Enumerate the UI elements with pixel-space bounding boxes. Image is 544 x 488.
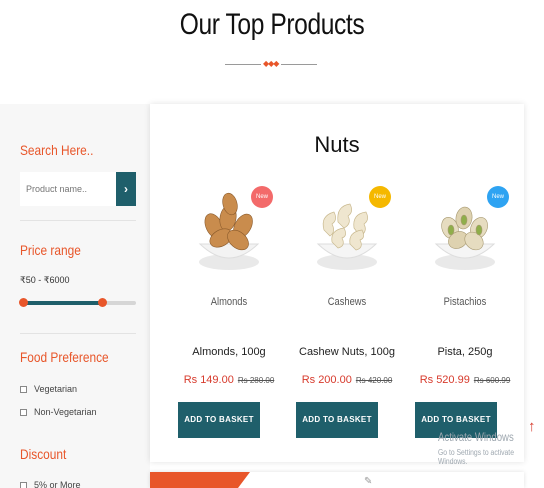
product-price: Rs 520.99 (419, 374, 470, 386)
price-range-values: ₹50 - ₹6000 (20, 275, 70, 285)
checkbox-label: Non-Vegetarian (34, 407, 97, 417)
checkbox-icon[interactable] (20, 408, 27, 416)
checkbox-icon[interactable] (20, 385, 27, 393)
page-title: Our Top Products (179, 8, 365, 41)
checkbox-discount-5[interactable]: 5% or More (20, 480, 81, 488)
product-name[interactable]: Almonds, 100g (170, 346, 288, 358)
search-input[interactable] (20, 172, 116, 206)
new-badge: New (487, 186, 509, 208)
orange-banner-shape (150, 472, 250, 488)
product-name[interactable]: Cashew Nuts, 100g (288, 346, 406, 358)
discount-title: Discount (20, 446, 67, 462)
product-old-price: Rs 280.00 (237, 376, 275, 385)
divider-line (20, 333, 136, 334)
checkbox-label: 5% or More (34, 480, 81, 488)
search-box[interactable] (20, 172, 116, 206)
food-preference-title: Food Preference (20, 349, 109, 365)
product-cashews: New Cashews Cashew Nuts, 100g Rs 200.00 R… (288, 186, 406, 446)
price-slider-fill (22, 301, 102, 305)
new-badge: New (251, 186, 273, 208)
product-caption: Cashews (327, 296, 367, 308)
product-old-price: Rs 600.99 (473, 376, 511, 385)
product-price: Rs 200.00 (301, 374, 352, 386)
category-title: Nuts (314, 132, 360, 157)
diamond-ornament-icon: ◆◆◆ (263, 59, 279, 68)
product-caption: Pistachios (443, 296, 487, 308)
checkbox-label: Vegetarian (34, 384, 78, 394)
product-almonds: New Almonds Almonds, 100g Rs 149.00 Rs 28… (170, 186, 288, 446)
title-divider: ◆◆◆ (225, 59, 317, 68)
price-slider-min-handle[interactable] (19, 298, 28, 307)
product-prices: Rs 149.00 Rs 280.00 (170, 374, 288, 386)
checkbox-icon[interactable] (20, 481, 27, 488)
leaf-icon: ✎ (364, 476, 373, 487)
product-prices: Rs 520.99 Rs 600.99 (406, 374, 524, 386)
add-to-basket-button[interactable]: ADD TO BASKET (296, 402, 378, 438)
product-caption: Almonds (210, 296, 248, 308)
checkbox-vegetarian[interactable]: Vegetarian (20, 384, 77, 394)
product-pistachios: New Pistachios Pista, 250g Rs 520.99 Rs 6… (406, 186, 524, 446)
add-to-basket-button[interactable]: ADD TO BASKET (178, 402, 260, 438)
watermark-title: Activate Windows (438, 430, 514, 444)
search-button[interactable]: › (116, 172, 136, 206)
new-badge: New (369, 186, 391, 208)
price-range-title: Price range (20, 242, 81, 258)
product-name[interactable]: Pista, 250g (406, 346, 524, 358)
product-price: Rs 149.00 (183, 374, 234, 386)
checkbox-non-vegetarian[interactable]: Non-Vegetarian (20, 407, 97, 417)
divider-line (20, 220, 136, 221)
next-section-card: ✎ (150, 472, 524, 488)
filter-sidebar (0, 104, 150, 488)
product-old-price: Rs 420.00 (355, 376, 393, 385)
price-slider-max-handle[interactable] (98, 298, 107, 307)
product-prices: Rs 200.00 Rs 420.00 (288, 374, 406, 386)
watermark-subtitle: Go to Settings to activate Windows. (438, 448, 514, 466)
search-title: Search Here.. (20, 142, 94, 158)
activate-windows-watermark: Activate Windows Go to Settings to activ… (438, 430, 544, 466)
